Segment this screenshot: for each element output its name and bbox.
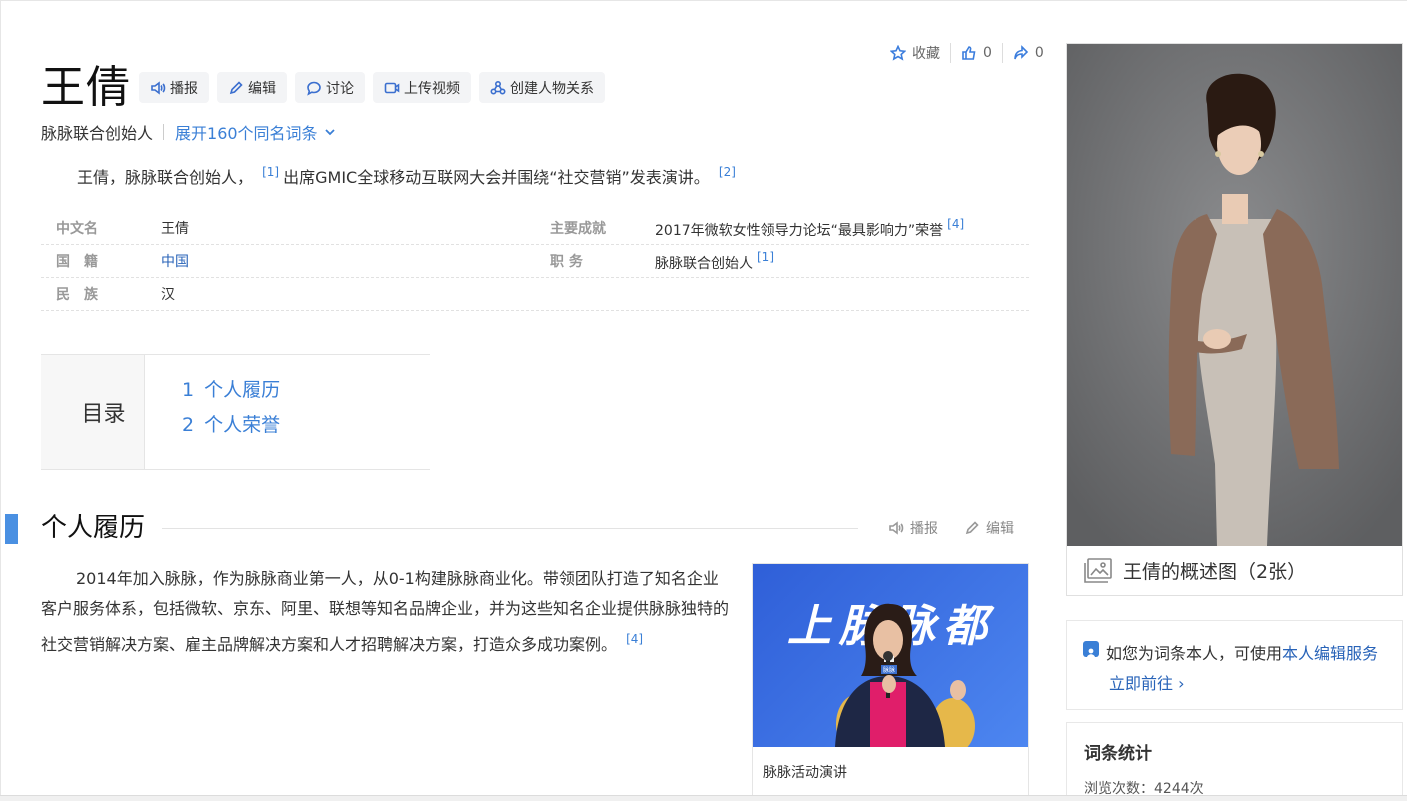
expand-homonyms-label: 展开160个同名词条 xyxy=(175,124,318,143)
info-label: 主要成就 xyxy=(550,221,606,237)
speech-photo[interactable]: 上脉脉都 脉脉 xyxy=(753,564,1028,747)
toc-label: 个人荣誉 xyxy=(204,414,281,436)
horizontal-scrollbar[interactable] xyxy=(0,795,1407,801)
discuss-label: 讨论 xyxy=(326,80,354,97)
reference-link[interactable]: [1] xyxy=(262,165,279,179)
portrait-photo[interactable] xyxy=(1067,44,1402,546)
gallery-icon xyxy=(1084,557,1112,583)
table-of-contents: 目录 1 个人履历 2 个人荣誉 xyxy=(41,354,430,470)
section-edit-label: 编辑 xyxy=(986,521,1014,537)
reference-link[interactable]: [4] xyxy=(626,632,643,646)
toc-number: 2 xyxy=(182,414,195,436)
info-row: 国 籍 中国 职 务 脉脉联合创始人 [1] xyxy=(41,245,1029,278)
portrait-figure xyxy=(1067,44,1402,546)
toc-number: 1 xyxy=(182,379,195,401)
title-toolbar: 播报 编辑 讨论 上传视频 创建人物关系 xyxy=(139,72,605,103)
video-camera-icon xyxy=(384,82,400,93)
page-title: 王倩 xyxy=(41,62,131,113)
upload-video-label: 上传视频 xyxy=(404,80,460,97)
thumbs-up-icon xyxy=(962,46,976,60)
picture-caption-label: 王倩的概述图（2张） xyxy=(1123,561,1307,583)
top-actions: 收藏 0 0 xyxy=(880,42,1054,64)
figure-caption: 脉脉活动演讲 xyxy=(763,765,847,781)
toc-heading: 目录 xyxy=(41,355,145,469)
self-edit-notice: 如您为词条本人，可使用本人编辑服务 立即前往 › xyxy=(1066,620,1403,710)
edit-label: 编辑 xyxy=(248,80,276,97)
speaker-icon xyxy=(151,80,166,95)
expand-homonyms-link[interactable]: 展开160个同名词条 xyxy=(175,120,336,144)
like-button[interactable]: 0 xyxy=(951,45,1002,61)
create-relations-button[interactable]: 创建人物关系 xyxy=(479,72,605,103)
notice-text: 如您为词条本人，可使用 xyxy=(1106,644,1283,663)
reference-link[interactable]: [2] xyxy=(719,165,736,179)
toc-item[interactable]: 1 个人履历 xyxy=(182,377,280,412)
share-count: 0 xyxy=(1034,45,1044,61)
info-value-text: 脉脉联合创始人 xyxy=(655,255,753,272)
reference-link[interactable]: [1] xyxy=(757,250,774,264)
basic-info-table: 中文名 王倩 主要成就 2017年微软女性领导力论坛“最具影响力”荣誉 [4] 国… xyxy=(41,212,1029,311)
section-broadcast-button[interactable]: 播报 xyxy=(888,518,938,538)
section-divider xyxy=(162,528,858,529)
summary-text: 王倩，脉脉联合创始人， xyxy=(77,168,254,187)
section-edit-button[interactable]: 编辑 xyxy=(964,518,1014,538)
subtitle: 脉脉联合创始人 展开160个同名词条 xyxy=(41,121,336,143)
info-label: 职 务 xyxy=(550,254,583,270)
section-marker xyxy=(5,514,18,544)
subtitle-desc: 脉脉联合创始人 xyxy=(41,124,154,143)
create-relations-label: 创建人物关系 xyxy=(510,80,594,97)
pencil-icon xyxy=(965,521,979,535)
favorite-button[interactable]: 收藏 xyxy=(880,43,950,63)
divider xyxy=(163,124,165,140)
info-value: 脉脉联合创始人 [1] xyxy=(655,250,1015,273)
stats-title: 词条统计 xyxy=(1084,744,1152,764)
speaker-icon xyxy=(889,521,904,535)
chevron-down-icon xyxy=(324,129,335,136)
pencil-icon xyxy=(229,80,243,94)
toc-list: 1 个人履历 2 个人荣誉 xyxy=(145,355,280,469)
info-row: 民 族 汉 xyxy=(41,278,1029,311)
summary-text: 出席GMIC全球移动互联网大会并围绕“社交营销”发表演讲。 xyxy=(283,168,710,187)
lemma-stats: 词条统计 浏览次数：4244次 xyxy=(1066,722,1403,801)
info-label: 国 籍 xyxy=(56,254,98,270)
info-label: 民 族 xyxy=(56,287,98,303)
picture-caption[interactable]: 王倩的概述图（2张） xyxy=(1067,546,1402,595)
section-broadcast-label: 播报 xyxy=(910,521,938,537)
toc-item[interactable]: 2 个人荣誉 xyxy=(182,412,280,447)
speaker-figure xyxy=(835,603,975,747)
star-icon xyxy=(890,45,906,61)
lemma-summary: 王倩，脉脉联合创始人， [1] 出席GMIC全球移动互联网大会并围绕“社交营销”发… xyxy=(77,158,740,192)
like-count: 0 xyxy=(983,45,992,61)
discuss-button[interactable]: 讨论 xyxy=(295,72,365,103)
go-now-link[interactable]: 立即前往 › xyxy=(1083,669,1386,699)
info-value: 汉 xyxy=(161,287,175,303)
reference-link[interactable]: [4] xyxy=(947,217,964,231)
upload-video-button[interactable]: 上传视频 xyxy=(373,72,471,103)
section-paragraph: 2014年加入脉脉，作为脉脉商业第一人，从0-1构建脉脉商业化。带领团队打造了知… xyxy=(41,564,731,660)
relations-icon xyxy=(490,80,506,95)
favorite-label: 收藏 xyxy=(912,46,940,62)
section-figure[interactable]: 上脉脉都 脉脉 脉脉活动演讲 xyxy=(752,563,1029,801)
broadcast-button[interactable]: 播报 xyxy=(139,72,209,103)
info-label: 中文名 xyxy=(56,221,98,237)
info-value-text: 2017年微软女性领导力论坛“最具影响力”荣誉 xyxy=(655,222,944,239)
chat-bubble-icon xyxy=(307,81,321,96)
share-button[interactable]: 0 xyxy=(1003,45,1054,61)
nationality-link[interactable]: 中国 xyxy=(161,251,535,271)
self-edit-service-link[interactable]: 本人编辑服务 xyxy=(1282,644,1378,663)
toc-label: 个人履历 xyxy=(204,379,281,401)
mic-badge: 脉脉 xyxy=(881,665,898,674)
info-value: 2017年微软女性领导力论坛“最具影响力”荣誉 [4] xyxy=(655,217,1015,240)
broadcast-label: 播报 xyxy=(170,80,198,97)
info-row: 中文名 王倩 主要成就 2017年微软女性领导力论坛“最具影响力”荣誉 [4] xyxy=(41,212,1029,245)
info-value: 王倩 xyxy=(161,221,189,237)
share-icon xyxy=(1014,45,1029,60)
summary-picture[interactable]: 王倩的概述图（2张） xyxy=(1066,43,1403,596)
edit-button[interactable]: 编辑 xyxy=(217,72,287,103)
user-badge-icon xyxy=(1083,641,1099,658)
section-actions: 播报 编辑 xyxy=(888,518,1014,538)
section-title: 个人履历 xyxy=(41,513,146,543)
